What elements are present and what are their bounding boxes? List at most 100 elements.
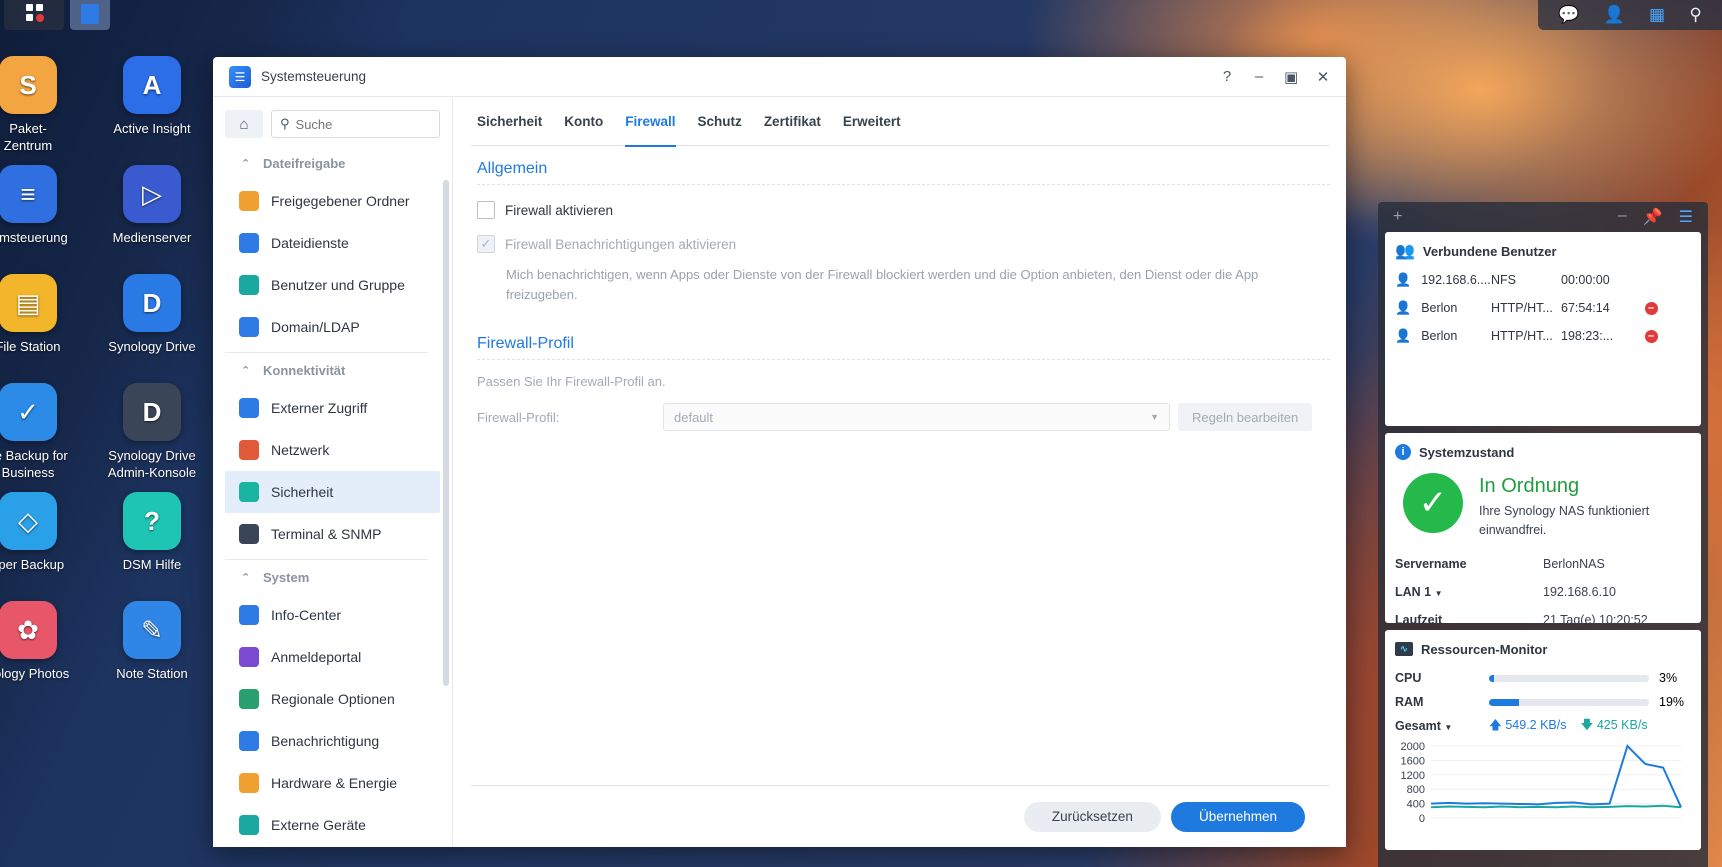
tab-konto[interactable]: Konto [553,98,614,146]
sidebar-item-label: Hardware & Energie [271,775,398,791]
synology-drive-icon: D [123,274,181,332]
tab-schutz[interactable]: Schutz [687,98,753,146]
chart-tick-label: 400 [1407,799,1425,811]
tab-zertifikat[interactable]: Zertifikat [753,98,832,146]
sidebar-group-label: System [263,569,310,585]
chevron-down-icon: ▼ [1444,723,1453,732]
sidebar-item-benutzer-und-gruppe[interactable]: Benutzer und Gruppe [213,264,440,306]
arrow-up-icon: 🡅 [1489,717,1502,732]
cpu-bar [1489,674,1649,682]
profile-label: Firewall-Profil: [477,409,560,425]
search-icon[interactable]: ⚲ [1689,5,1701,25]
sidebar-item-regionale-optionen[interactable]: Regionale Optionen [213,678,440,720]
sidebar-item-netzwerk[interactable]: Netzwerk [213,429,440,471]
sidebar-group-header[interactable]: ⌃ Konnektivität [213,353,440,387]
chart-tick-label: 2000 [1401,742,1425,753]
tab-bar: Sicherheit Konto Firewall Schutz Zertifikat E… [471,98,1330,147]
widget-panel-header: + – 📌 ☰ [1385,202,1701,232]
tab-sicherheit[interactable]: Sicherheit [471,98,553,146]
disconnect-icon[interactable]: – [1644,329,1658,343]
media-server-shortcut[interactable]: ▷ Medienserver [87,165,217,246]
search-field[interactable]: ⚲ [271,110,440,138]
sidebar-item-externe-ger-te[interactable]: Externe Geräte [213,804,440,846]
file-station-shortcut[interactable]: ▤ File Station [0,274,93,355]
download-rate: 🡇 425 KB/s [1581,716,1648,737]
sidebar-group-header[interactable]: ⌃ System [213,560,440,594]
control-panel-shortcut[interactable]: ≡ temsteuerung [0,165,93,246]
chart-tick-label: 1200 [1401,770,1425,782]
active-insight-shortcut[interactable]: A Active Insight [87,56,217,137]
note-station-shortcut[interactable]: ✎ Note Station [87,601,217,682]
download-value: 425 KB/s [1596,717,1648,732]
sidebar-item-label: Freigegebener Ordner [271,193,410,209]
widgets-icon[interactable]: ▦ [1649,5,1665,25]
sidebar-group-header[interactable]: ⌃ Dateifreigabe [213,146,440,180]
drive-admin-icon: D [123,383,181,441]
control-panel-window: ☰ Systemsteuerung ? – ▣ ✕ ⌂ ⚲ ⌃ Dateifrei… [213,57,1346,847]
search-input[interactable] [295,116,431,132]
pin-icon[interactable]: 📌 [1643,207,1663,227]
synology-drive-shortcut[interactable]: D Synology Drive [87,274,217,355]
sidebar-item-label: Sicherheit [271,484,334,500]
active-backup-shortcut[interactable]: ✓ ve Backup for Business [0,383,93,481]
sidebar-item-externer-zugriff[interactable]: Externer Zugriff [213,387,440,429]
widget-panel: + – 📌 ☰ 👥 Verbundene Benutzer 👤 192.168.6… [1378,202,1708,867]
minimize-widgets-icon[interactable]: – [1618,207,1627,227]
drive-admin-shortcut[interactable]: D Synology Drive Admin-Konsole [87,383,217,481]
user-name: 192.168.6.... [1421,273,1491,287]
dsm-help-shortcut[interactable]: ? DSM Hilfe [87,492,217,573]
user-icon[interactable]: 👤 [1604,5,1625,25]
tab-erweitert[interactable]: Erweitert [832,98,912,146]
system-health-widget: i Systemzustand ✓ In Ordnung Ihre Synolo… [1385,433,1701,627]
tab-firewall[interactable]: Firewall [614,98,686,147]
close-icon[interactable]: ✕ [1316,68,1330,86]
taskbar-control-panel[interactable] [70,0,110,30]
apply-button[interactable]: Übernehmen [1170,801,1305,832]
sidebar-item-label: Anmeldeportal [271,649,362,665]
window-titlebar[interactable]: ☰ Systemsteuerung ? – ▣ ✕ [213,57,1346,97]
hyper-backup-shortcut[interactable]: ◇ yper Backup [0,492,93,573]
users-icon: 👥 [1395,243,1415,260]
total-dropdown[interactable]: Gesamt ▼ [1395,719,1489,733]
widget-settings-icon[interactable]: ☰ [1679,207,1693,227]
synology-photos-shortcut[interactable]: ✿ nology Photos [0,601,93,682]
sidebar-item-info-center[interactable]: Info-Center [213,594,440,636]
sidebar-item-benachrichtigung[interactable]: Benachrichtigung [213,720,440,762]
desktop-icon-label: Medienserver [112,230,192,245]
note-station-icon: ✎ [123,601,181,659]
firewall-enable-row[interactable]: Firewall aktivieren [477,193,1346,227]
user-icon: 👤 [1395,272,1412,287]
download-series-line [1430,804,1682,809]
add-widget-icon[interactable]: + [1393,208,1402,226]
sidebar-scrollbar[interactable] [443,180,449,686]
sidebar-item-dateidienste[interactable]: Dateidienste [213,222,440,264]
chart-tick-label: 800 [1407,784,1425,796]
status-ok-icon: ✓ [1403,473,1463,533]
sidebar-item-hardware-energie[interactable]: Hardware & Energie [213,762,440,804]
upload-rate: 🡅 549.2 KB/s [1489,716,1567,737]
lan-label: LAN 1 [1395,585,1432,599]
home-button[interactable]: ⌂ [225,110,263,138]
sidebar-item-domain-ldap[interactable]: Domain/LDAP [213,306,440,348]
firewall-enable-checkbox[interactable] [477,201,495,219]
minimize-icon[interactable]: – [1252,68,1266,86]
profile-description: Passen Sie Ihr Firewall-Profil an. [477,374,666,389]
sidebar-item-freigegebener-ordner[interactable]: Freigegebener Ordner [213,180,440,222]
maximize-icon[interactable]: ▣ [1284,68,1298,86]
cpu-label: CPU [1395,671,1422,685]
active-insight-icon: A [123,56,181,114]
sidebar-item-anmeldeportal[interactable]: Anmeldeportal [213,636,440,678]
reset-button[interactable]: Zurücksetzen [1023,801,1161,832]
window-footer: Zurücksetzen Übernehmen [471,785,1330,847]
search-icon: ⚲ [280,116,290,131]
help-icon[interactable]: ? [1220,68,1234,86]
user-time: 00:00:00 [1561,273,1610,287]
disconnect-icon[interactable]: – [1644,301,1658,315]
main-menu-button[interactable] [4,0,64,30]
chat-icon[interactable]: 💬 [1558,5,1579,25]
sidebar-item-label: Externe Geräte [271,817,366,833]
lan-dropdown[interactable]: LAN 1 ▼ [1395,585,1543,599]
sidebar-item-terminal-snmp[interactable]: Terminal & SNMP [213,513,440,555]
sidebar-item-sicherheit[interactable]: Sicherheit [225,471,440,513]
package-center-shortcut[interactable]: S Paket- Zentrum [0,56,93,154]
